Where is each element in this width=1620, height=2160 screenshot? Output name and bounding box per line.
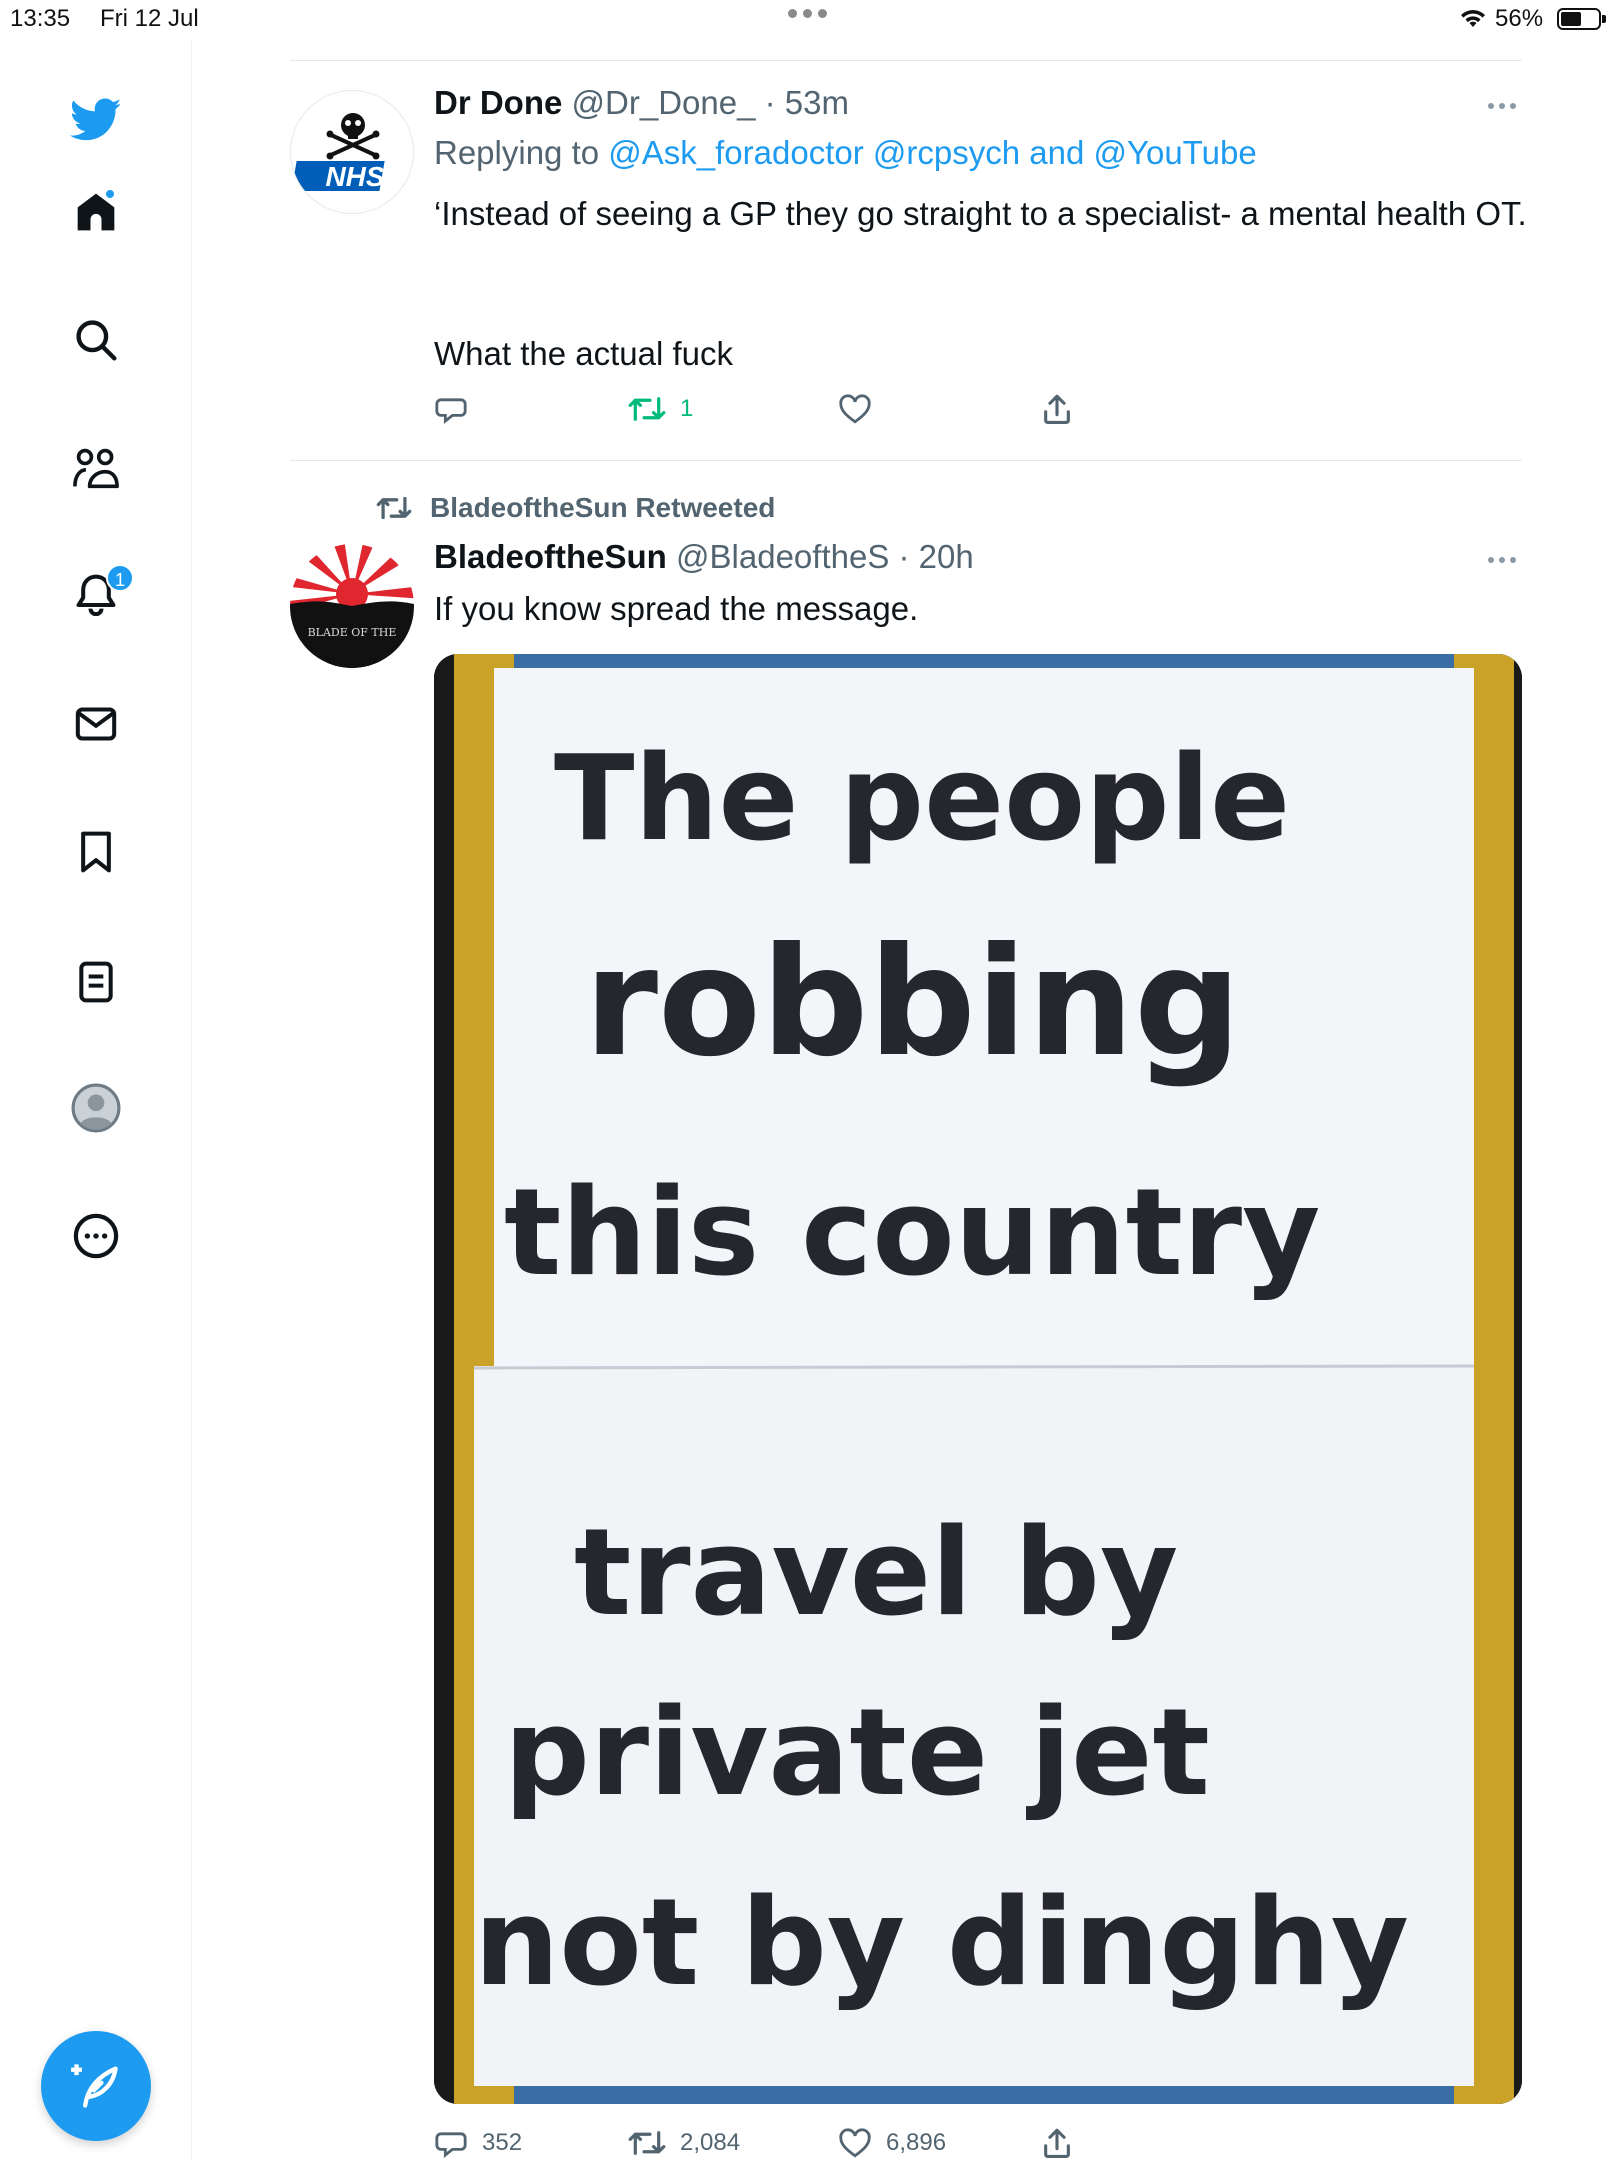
- tweet-2-more-icon[interactable]: [1488, 557, 1522, 567]
- tweet-2-handle[interactable]: @BladeoftheS: [676, 538, 889, 575]
- sign-line-2: robbing: [584, 916, 1241, 1090]
- sign-line-6: not by dinghy: [474, 1874, 1409, 2013]
- tweet-2-avatar[interactable]: BLADE OF THE: [290, 544, 414, 668]
- tweet-1-share-button[interactable]: [1040, 392, 1074, 426]
- tweet-1-retweet-button[interactable]: 1: [628, 392, 693, 426]
- heart-icon: [839, 394, 871, 424]
- status-date: Fri 12 Jul: [100, 5, 199, 32]
- wifi-icon: [1461, 10, 1485, 27]
- share-icon: [1044, 2128, 1070, 2159]
- reply-icon: [435, 398, 467, 424]
- sign-line-3: this country: [504, 1164, 1320, 1303]
- notifications-badge: 1: [106, 564, 134, 592]
- tweet-1-display-name[interactable]: Dr Done: [434, 84, 562, 121]
- multitasking-dots-icon[interactable]: [788, 9, 836, 29]
- sign-line-4: travel by: [574, 1504, 1178, 1643]
- battery-percent: 56%: [1495, 5, 1544, 32]
- feed-top-divider: [290, 60, 1522, 61]
- tweet-2-display-name[interactable]: BladeoftheSun: [434, 538, 667, 575]
- avatar-icon[interactable]: [66, 1078, 126, 1138]
- tweet-divider: [290, 460, 1522, 461]
- tweet-2-media-image[interactable]: The people robbing this country travel b…: [434, 654, 1522, 2104]
- tweet-2-retweet-count: 2,084: [680, 2129, 741, 2156]
- home-new-dot: [104, 188, 116, 200]
- retweet-small-icon: [376, 496, 412, 520]
- status-bar: 13:35 Fri 12 Jul 56%: [0, 0, 1620, 40]
- tweet-1-time[interactable]: · 53m: [765, 84, 849, 121]
- tweet-1-retweet-count: 1: [680, 395, 694, 422]
- bell-icon[interactable]: 1: [66, 564, 134, 624]
- tweet-1-handle[interactable]: @Dr_Done_: [572, 84, 756, 121]
- battery-icon: [1557, 8, 1606, 30]
- tweet-2-time[interactable]: · 20h: [899, 538, 974, 575]
- status-time: 13:35: [10, 5, 71, 32]
- tweet-1-avatar[interactable]: NHS: [290, 90, 414, 214]
- retweeted-by-label[interactable]: BladeoftheSun Retweeted: [376, 492, 775, 524]
- replying-to-label: Replying to: [434, 134, 609, 171]
- home-icon[interactable]: [66, 182, 126, 242]
- retweeted-by-text: BladeoftheSun Retweeted: [430, 492, 776, 523]
- list-icon[interactable]: [66, 952, 126, 1012]
- blade-logo-text: BLADE OF THE: [308, 626, 397, 639]
- twitter-bird-icon[interactable]: [66, 90, 126, 150]
- tweet-2-like-button[interactable]: 6,896: [838, 2126, 946, 2160]
- tweet-1-header: Dr Done @Dr_Done_ · 53m: [434, 84, 849, 122]
- sign-line-1: The people: [554, 729, 1290, 867]
- tweet-1-text-line-1: ‘Instead of seeing a GP they go straight…: [434, 195, 1527, 232]
- tweet-1-text-line-2: What the actual fuck: [434, 335, 733, 372]
- sidebar: 1: [0, 40, 192, 2160]
- retweet-icon: [628, 397, 666, 421]
- tweet-1-like-button[interactable]: [838, 392, 886, 426]
- tweet-2-reply-button[interactable]: 352: [434, 2126, 522, 2160]
- mention-rcpsych[interactable]: @rcpsych: [873, 134, 1020, 171]
- mention-ask-foradoctor[interactable]: @Ask_foradoctor: [608, 134, 863, 171]
- heart-icon: [839, 2128, 871, 2158]
- bookmark-icon[interactable]: [66, 822, 126, 882]
- communities-icon[interactable]: [66, 438, 126, 498]
- more-circle-icon[interactable]: [66, 1206, 126, 1266]
- retweet-icon: [628, 2131, 666, 2155]
- reply-icon: [435, 2132, 467, 2158]
- tweet-2-like-count: 6,896: [886, 2129, 947, 2156]
- tweet-1-replying-to: Replying to @Ask_foradoctor @rcpsych and…: [434, 134, 1257, 172]
- tweet-1-reply-button[interactable]: [434, 392, 482, 426]
- tweet-2-share-button[interactable]: [1040, 2126, 1074, 2160]
- mention-youtube[interactable]: @YouTube: [1094, 134, 1257, 171]
- tweet-2-text: If you know spread the message.: [434, 590, 919, 627]
- search-icon[interactable]: [66, 310, 126, 370]
- tweet-2-retweet-button[interactable]: 2,084: [628, 2126, 740, 2160]
- tweet-1-more-icon[interactable]: [1488, 103, 1522, 113]
- tweet-2-reply-count: 352: [482, 2129, 523, 2156]
- envelope-icon[interactable]: [66, 694, 126, 754]
- sign-line-5: private jet: [504, 1684, 1210, 1823]
- tweet-2-header: BladeoftheSun @BladeoftheS · 20h: [434, 538, 974, 576]
- compose-feather-icon[interactable]: [41, 2031, 151, 2141]
- nhs-logo-text: NHS: [325, 161, 384, 192]
- mention-and[interactable]: and: [1020, 134, 1093, 171]
- share-icon: [1044, 394, 1070, 425]
